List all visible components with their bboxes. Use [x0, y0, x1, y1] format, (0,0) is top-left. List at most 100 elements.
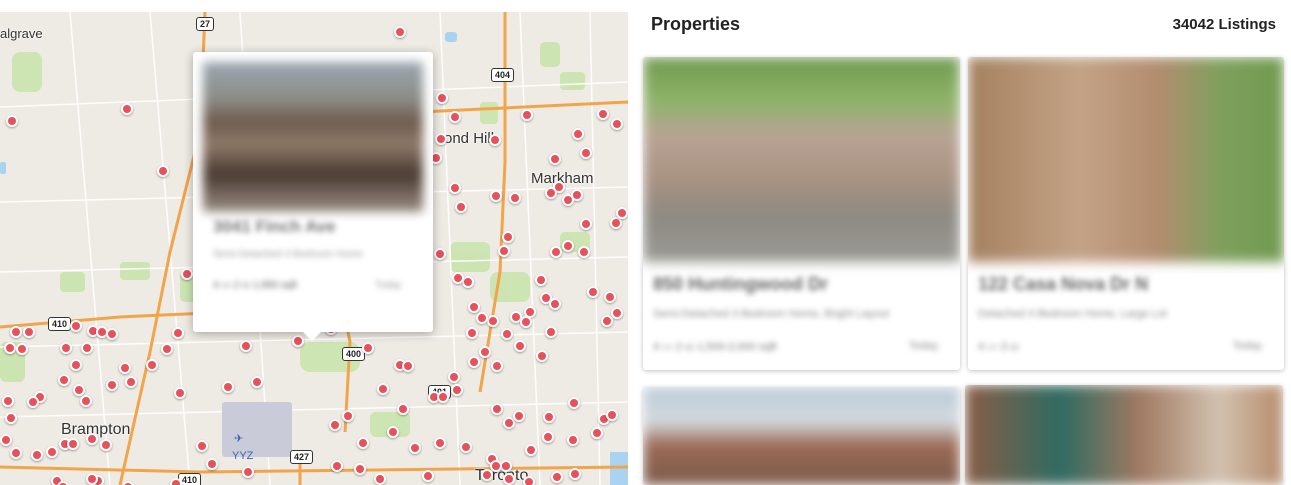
listing-address[interactable]: 850 Huntingwood Dr — [653, 274, 828, 295]
listing-marker[interactable] — [601, 315, 613, 327]
listing-marker[interactable] — [591, 427, 603, 439]
listing-marker[interactable] — [196, 440, 208, 452]
listing-marker[interactable] — [331, 460, 343, 472]
listing-marker[interactable] — [481, 469, 493, 481]
listing-marker[interactable] — [580, 147, 592, 159]
listing-marker[interactable] — [487, 315, 499, 327]
listing-marker[interactable] — [568, 397, 580, 409]
listing-marker[interactable] — [251, 376, 263, 388]
listing-card[interactable] — [643, 387, 960, 485]
listing-marker[interactable] — [242, 466, 254, 478]
listing-marker[interactable] — [354, 463, 366, 475]
listing-marker[interactable] — [562, 240, 574, 252]
listing-marker[interactable] — [81, 342, 93, 354]
listing-marker[interactable] — [513, 410, 525, 422]
listing-marker[interactable] — [468, 301, 480, 313]
listing-marker[interactable] — [460, 441, 472, 453]
listing-marker[interactable] — [5, 412, 17, 424]
listing-marker[interactable] — [549, 298, 561, 310]
listing-marker[interactable] — [491, 403, 503, 415]
listing-marker[interactable] — [46, 446, 58, 458]
listing-marker[interactable] — [119, 362, 131, 374]
popup-listing-title[interactable]: 3041 Finch Ave — [213, 217, 336, 237]
listing-marker[interactable] — [551, 471, 563, 483]
listing-marker[interactable] — [606, 409, 618, 421]
listing-marker[interactable] — [73, 384, 85, 396]
listing-marker[interactable] — [377, 383, 389, 395]
listing-marker[interactable] — [58, 374, 70, 386]
listing-marker[interactable] — [520, 316, 532, 328]
listing-marker[interactable] — [542, 431, 554, 443]
listing-marker[interactable] — [491, 360, 503, 372]
listing-marker[interactable] — [10, 447, 22, 459]
listing-marker[interactable] — [146, 359, 158, 371]
map[interactable]: 27 404 410 400 427 410 401 algrave ond H… — [0, 12, 628, 485]
listing-marker[interactable] — [397, 403, 409, 415]
listing-marker[interactable] — [437, 391, 449, 403]
listing-marker[interactable] — [569, 468, 581, 480]
listing-marker[interactable] — [616, 207, 628, 219]
listing-marker[interactable] — [60, 342, 72, 354]
listing-marker[interactable] — [394, 26, 406, 38]
listing-marker[interactable] — [536, 350, 548, 362]
listing-marker[interactable] — [498, 245, 510, 257]
listing-marker[interactable] — [374, 473, 386, 485]
listing-marker[interactable] — [27, 396, 39, 408]
listing-marker[interactable] — [436, 92, 448, 104]
listing-marker[interactable] — [100, 439, 112, 451]
listing-marker[interactable] — [449, 182, 461, 194]
listing-photo[interactable] — [968, 57, 1284, 262]
listing-marker[interactable] — [521, 109, 533, 121]
listing-marker[interactable] — [181, 268, 193, 280]
listing-marker[interactable] — [342, 410, 354, 422]
listing-marker[interactable] — [523, 476, 535, 485]
listing-marker[interactable] — [2, 395, 14, 407]
listing-address[interactable]: 122 Casa Nova Dr N — [978, 274, 1148, 295]
listing-marker[interactable] — [611, 307, 623, 319]
listing-marker[interactable] — [604, 291, 616, 303]
listing-marker[interactable] — [455, 201, 467, 213]
listing-marker[interactable] — [387, 426, 399, 438]
listing-marker[interactable] — [106, 328, 118, 340]
listing-marker[interactable] — [587, 286, 599, 298]
listing-marker[interactable] — [172, 327, 184, 339]
listing-marker[interactable] — [31, 449, 43, 461]
listing-marker[interactable] — [490, 190, 502, 202]
listing-marker[interactable] — [6, 115, 18, 127]
listing-marker[interactable] — [489, 134, 501, 146]
listing-marker[interactable] — [121, 103, 133, 115]
listing-marker[interactable] — [501, 328, 513, 340]
listing-marker[interactable] — [449, 111, 461, 123]
listing-marker[interactable] — [170, 478, 182, 485]
listing-marker[interactable] — [80, 395, 92, 407]
listing-marker[interactable] — [240, 340, 252, 352]
listing-marker[interactable] — [10, 326, 22, 338]
listing-marker[interactable] — [611, 118, 623, 130]
listing-marker[interactable] — [409, 442, 421, 454]
listing-marker[interactable] — [70, 320, 82, 332]
listing-marker[interactable] — [0, 434, 12, 446]
listing-photo[interactable] — [643, 57, 960, 262]
listing-marker[interactable] — [362, 342, 374, 354]
listing-marker[interactable] — [466, 327, 478, 339]
listing-marker[interactable] — [422, 470, 434, 482]
listing-marker[interactable] — [434, 437, 446, 449]
popup-listing-photo[interactable] — [203, 62, 423, 212]
listing-marker[interactable] — [161, 343, 173, 355]
listing-marker[interactable] — [357, 437, 369, 449]
listing-marker[interactable] — [402, 360, 414, 372]
listing-photo[interactable] — [965, 385, 1283, 485]
listing-photo[interactable] — [643, 387, 960, 485]
listing-marker[interactable] — [503, 473, 515, 485]
listing-marker[interactable] — [562, 194, 574, 206]
listing-marker[interactable] — [572, 128, 584, 140]
listing-marker[interactable] — [567, 434, 579, 446]
listing-marker[interactable] — [468, 356, 480, 368]
listing-marker[interactable] — [23, 326, 35, 338]
listing-marker[interactable] — [578, 246, 590, 258]
listing-marker[interactable] — [86, 473, 98, 485]
listing-marker[interactable] — [543, 411, 555, 423]
listing-marker[interactable] — [222, 381, 234, 393]
listing-marker[interactable] — [206, 458, 218, 470]
listing-marker[interactable] — [451, 384, 463, 396]
